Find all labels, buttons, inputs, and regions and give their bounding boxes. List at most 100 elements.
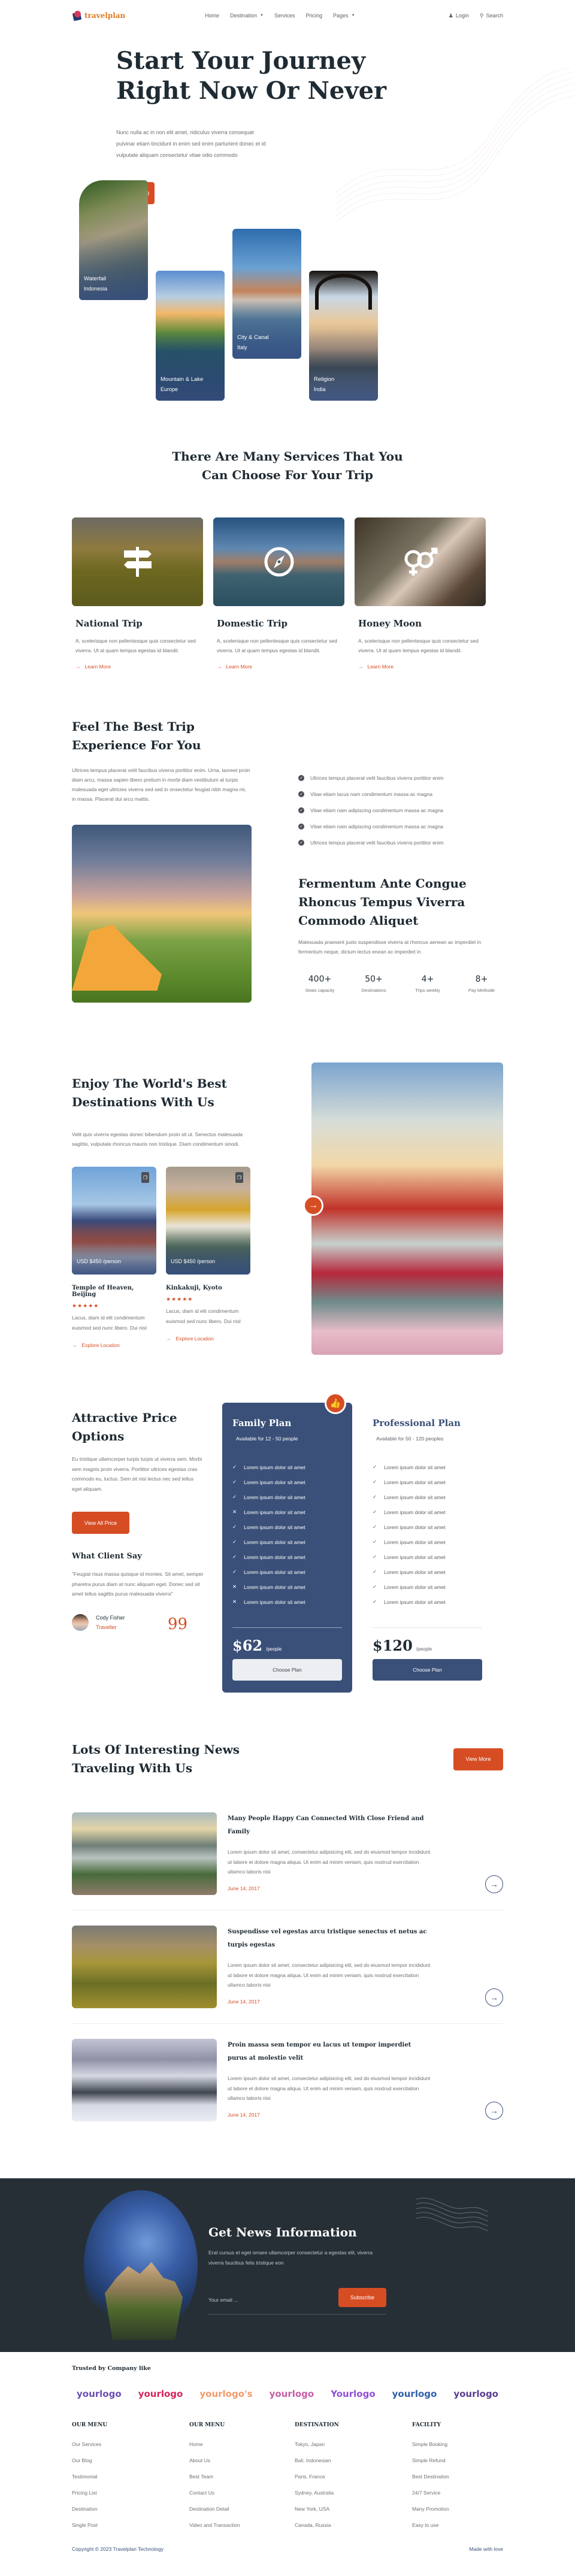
plan-feature-item: ✕ Lorem ipsum dolor sit amet — [232, 1505, 342, 1519]
learn-more-link[interactable]: → Learn More — [217, 664, 341, 670]
plan-feature-item: ✕ Lorem ipsum dolor sit amet — [232, 1594, 342, 1609]
plan-feature-item: ✓ Lorem ipsum dolor sit amet — [373, 1475, 482, 1490]
choose-plan-button[interactable]: Choose Plan — [373, 1659, 482, 1681]
login-link[interactable]: ♟ Login — [449, 13, 469, 19]
destination-card[interactable]: ❐ USD $450 /person Temple of Heaven, Bei… — [72, 1167, 156, 1348]
stat-label: Pay Methode — [468, 988, 495, 993]
plan-feature-item: ✓ Lorem ipsum dolor sit amet — [373, 1490, 482, 1505]
link-label: Explore Location — [175, 1336, 214, 1342]
search-link[interactable]: ⚲ Search — [480, 13, 503, 19]
plan-feature-item: ✓ Lorem ipsum dolor sit amet — [373, 1534, 482, 1549]
footer-link[interactable]: Our Blog — [72, 2457, 189, 2463]
destination-title: Religion — [314, 376, 335, 383]
nav-item-home[interactable]: Home — [205, 13, 219, 19]
destination-cards: ❐ USD $450 /person Temple of Heaven, Bei… — [72, 1167, 252, 1348]
news-item: Many People Happy Can Connected With Clo… — [72, 1812, 503, 1911]
footer-link[interactable]: About Us — [189, 2457, 295, 2463]
footer-link[interactable]: Simple Refund — [412, 2457, 503, 2463]
check-circle-icon: ✓ — [298, 823, 304, 830]
footer-link[interactable]: Destination — [72, 2506, 189, 2512]
nav-item-services[interactable]: Services — [274, 13, 295, 19]
news-title: Lots Of Interesting News Traveling With … — [72, 1740, 240, 1778]
checklist-item: ✓ Vitae etiam nam adipiscing condimentum … — [298, 818, 503, 834]
news-headline[interactable]: Many People Happy Can Connected With Clo… — [228, 1812, 431, 1839]
news-headline[interactable]: Suspendisse vel egestas arcu tristique s… — [228, 1926, 431, 1952]
stat-value: 4+ — [421, 974, 434, 984]
hero-description: Nunc nulla ac in non elit amet, ridiculu… — [116, 129, 266, 158]
destination-card-religion[interactable]: Religion India — [309, 271, 378, 401]
footer-link[interactable]: Pricing List — [72, 2490, 189, 2496]
footer-link[interactable]: Many Promotion — [412, 2506, 503, 2512]
footer-link[interactable]: Destination Detail — [189, 2506, 295, 2512]
plan-feature-item: ✕ Lorem ipsum dolor sit amet — [232, 1579, 342, 1594]
service-card: Domestic Trip A, scelerisque non pellent… — [213, 517, 344, 670]
nav-item-pages[interactable]: Pages ▼ — [333, 13, 355, 19]
service-title: Honey Moon — [358, 618, 422, 629]
footer-link[interactable]: Video and Transaction — [189, 2522, 295, 2528]
bookmark-icon[interactable]: ❐ — [141, 1172, 149, 1183]
feature-text: Lorem ipsum dolor sit amet — [384, 1464, 446, 1470]
footer-link[interactable]: Paris, France — [295, 2474, 412, 2480]
nav-item-pricing[interactable]: Pricing — [306, 13, 323, 19]
footer-link[interactable]: 24/7 Service — [412, 2490, 503, 2496]
footer-link[interactable]: New York, USA — [295, 2506, 412, 2512]
footer-link[interactable]: Simple Booking — [412, 2441, 503, 2447]
partner-logo: yourlogo — [138, 2389, 183, 2399]
email-input[interactable] — [208, 2297, 328, 2303]
bookmark-icon[interactable]: ❐ — [235, 1172, 243, 1183]
learn-more-link[interactable]: → Learn More — [75, 664, 199, 670]
brand-logo[interactable]: travelplan — [72, 10, 125, 22]
news-image[interactable] — [72, 1926, 217, 2008]
footer-link[interactable]: Canada, Russia — [295, 2522, 412, 2528]
plan-feature-item: ✓ Lorem ipsum dolor sit amet — [373, 1549, 482, 1564]
checklist-text: Vitae etiam lacus nam condimentum massa … — [310, 791, 432, 797]
footer-link[interactable]: Tokyo, Japan — [295, 2441, 412, 2447]
arrow-right-icon: → — [308, 1200, 318, 1210]
x-icon: ✕ — [232, 1599, 237, 1605]
view-all-price-button[interactable]: View All Price — [72, 1512, 129, 1534]
plan-feature-item: ✓ Lorem ipsum dolor sit amet — [232, 1564, 342, 1579]
price-value: $120 — [373, 1637, 413, 1654]
explore-location-link[interactable]: → Explore Location — [166, 1336, 250, 1342]
news-image[interactable] — [72, 2039, 217, 2121]
feature-text: Lorem ipsum dolor sit amet — [244, 1524, 305, 1530]
feature-text: Lorem ipsum dolor sit amet — [384, 1509, 446, 1515]
footer-link[interactable]: Sydney, Australia — [295, 2490, 412, 2496]
footer-link[interactable]: Easy to use — [412, 2522, 503, 2528]
learn-more-link[interactable]: → Learn More — [358, 664, 482, 670]
stat-item: 4+ Trips weekly — [406, 974, 449, 993]
destination-image: ❐ USD $450 /person — [166, 1167, 250, 1275]
top-nav: travelplan Home Destination ▼ Services Pr… — [72, 0, 503, 31]
destination-card-city-canal[interactable]: City & Canal Italy — [232, 229, 301, 359]
news-image[interactable] — [72, 1812, 217, 1895]
view-more-button[interactable]: View More — [453, 1748, 503, 1770]
plan-feature-item: ✓ Lorem ipsum dolor sit amet — [373, 1519, 482, 1534]
subscribe-button[interactable]: Subscribe — [338, 2288, 386, 2307]
destination-card-waterfall[interactable]: Waterfall Indonesia — [79, 180, 148, 300]
footer-link[interactable]: Testimonial — [72, 2474, 189, 2480]
pricing-section: Attractive Price Options Eu tristique ul… — [72, 1393, 503, 1693]
footer-link[interactable]: Bali, Indonesian — [295, 2457, 412, 2463]
news-headline[interactable]: Proin massa sem tempor eu lacus ut tempo… — [228, 2039, 431, 2065]
title-line: Traveling With Us — [72, 1761, 193, 1775]
choose-plan-button[interactable]: Choose Plan — [232, 1659, 342, 1681]
read-more-button[interactable]: → — [485, 2102, 503, 2120]
footer-link[interactable]: Contact Us — [189, 2490, 295, 2496]
destination-card[interactable]: ❐ USD $450 /person Kinkakuji, Kyoto ★★★★… — [166, 1167, 250, 1348]
footer-link[interactable]: Home — [189, 2441, 295, 2447]
feature-text: Lorem ipsum dolor sit amet — [244, 1569, 305, 1575]
pricing-plan-professional: Professional Plan Available for 50 - 120… — [362, 1403, 492, 1693]
quote-mark-icon: 99 — [168, 1615, 188, 1633]
read-more-button[interactable]: → — [485, 1875, 503, 1893]
footer-link[interactable]: Best Team — [189, 2474, 295, 2480]
arrow-right-icon: → — [358, 664, 364, 670]
footer-link[interactable]: Single Post — [72, 2522, 189, 2528]
explore-location-link[interactable]: → Explore Location — [72, 1342, 156, 1348]
nav-item-destination[interactable]: Destination ▼ — [230, 13, 264, 19]
next-slide-button[interactable]: → — [303, 1195, 323, 1216]
plan-feature-item: ✓ Lorem ipsum dolor sit amet — [232, 1549, 342, 1564]
read-more-button[interactable]: → — [485, 1988, 503, 2006]
footer-link[interactable]: Our Services — [72, 2441, 189, 2447]
destination-card-mountain-lake[interactable]: Mountain & Lake Europe — [156, 271, 225, 401]
footer-link[interactable]: Best Destination — [412, 2474, 503, 2480]
